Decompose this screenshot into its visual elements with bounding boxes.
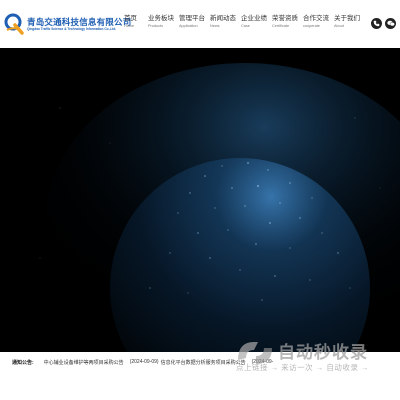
nav-label-en: Case <box>241 24 250 28</box>
nav-label: 合作交流 <box>303 15 329 22</box>
nav-label-en: Home <box>124 24 135 28</box>
site-header: 青岛交通科技信息有限公司 Qingdao Traffic Science & T… <box>0 0 400 48</box>
nav-label: 管理平台 <box>179 15 205 22</box>
nav-item-certificate[interactable]: 荣誉资质 Certificate <box>272 14 303 36</box>
hero-banner <box>0 48 400 352</box>
nav-label: 新闻动态 <box>210 15 236 22</box>
logo-company-name: 青岛交通科技信息有限公司 <box>27 16 132 27</box>
nav-label-en: cooperate <box>303 24 320 28</box>
nav-item-news[interactable]: 新闻动态 News <box>210 14 241 36</box>
notice-date: (2024-09-09) <box>129 359 159 365</box>
logo-company-name-en: Qingdao Traffic Science & Technology Inf… <box>27 26 117 31</box>
notice-date: (2024-09- <box>251 359 274 365</box>
nav-label-en: Application <box>179 24 198 28</box>
nav-label: 荣誉资质 <box>272 15 298 22</box>
nav-label-en: Certificate <box>272 24 290 28</box>
logo-mark-icon <box>4 13 24 35</box>
nav-item-case[interactable]: 企业业绩 Case <box>241 14 272 36</box>
page-bottom <box>0 372 400 400</box>
nav-item-application[interactable]: 管理平台 Application <box>179 14 210 36</box>
nav-label: 关于我们 <box>334 15 360 22</box>
nav-item-products[interactable]: 业务板块 Products <box>148 14 179 36</box>
nav-item-home[interactable]: 首页 Home <box>124 14 148 36</box>
notice-link[interactable]: 信息化平台数据分析服务项目采购公告 <box>161 359 246 366</box>
main-nav: 首页 Home 业务板块 Products 管理平台 Application 新… <box>124 14 364 36</box>
notice-bar: 通知公告: 中心辅业设备维护等两项目采购公告 (2024-09-09) 信息化平… <box>0 352 400 372</box>
wechat-icon[interactable] <box>385 18 396 29</box>
nav-label: 业务板块 <box>148 15 174 22</box>
nav-item-about[interactable]: 关于我们 About <box>334 14 364 36</box>
notice-link[interactable]: 中心辅业设备维护等两项目采购公告 <box>44 359 124 366</box>
company-logo[interactable]: 青岛交通科技信息有限公司 Qingdao Traffic Science & T… <box>4 9 131 39</box>
phone-icon[interactable] <box>371 18 382 29</box>
nav-label-en: Products <box>148 24 163 28</box>
nav-label: 首页 <box>124 15 137 22</box>
nav-item-cooperate[interactable]: 合作交流 cooperate <box>303 14 334 36</box>
notice-label: 通知公告: <box>12 359 34 366</box>
nav-label-en: News <box>210 24 220 28</box>
globe-graphic <box>0 48 400 352</box>
header-icons <box>368 18 396 29</box>
nav-label: 企业业绩 <box>241 15 267 22</box>
nav-label-en: About <box>334 24 344 28</box>
